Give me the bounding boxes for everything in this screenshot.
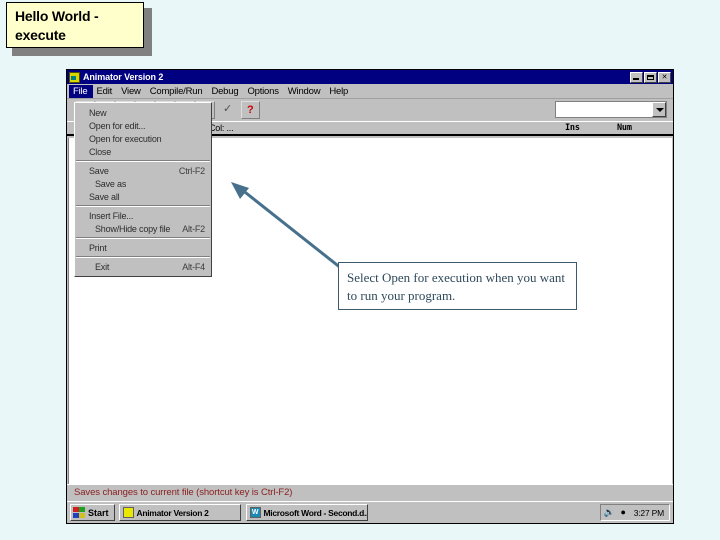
menu-bar: File Edit View Compile/Run Debug Options… [67, 84, 673, 99]
windows-logo-icon [73, 507, 85, 518]
network-icon[interactable]: ● [618, 507, 629, 518]
check-icon[interactable]: ✓ [221, 101, 240, 119]
num-lock-indicator: Num [617, 123, 632, 133]
taskbar-item-word[interactable]: W Microsoft Word - Second.d... [245, 504, 368, 521]
menu-option-label: New [89, 107, 107, 118]
taskbar-item-animator[interactable]: Animator Version 2 [118, 504, 241, 521]
menu-item-options[interactable]: Options [243, 85, 283, 98]
menu-separator [76, 205, 210, 207]
animator-icon [122, 507, 134, 518]
menu-option-exit[interactable]: Exit Alt-F4 [75, 260, 211, 273]
file-dropdown-menu: New Open for edit... Open for execution … [74, 102, 212, 277]
menu-item-file[interactable]: File [69, 84, 93, 98]
menu-separator [76, 160, 210, 162]
menu-option-shortcut: Ctrl-F2 [178, 165, 205, 176]
menu-option-shortcut [195, 211, 205, 221]
menu-option-shortcut [195, 134, 205, 144]
menu-option-label: Show/Hide copy file [95, 223, 171, 234]
callout-note: Select Open for execution when you want … [338, 262, 577, 310]
page-title-line-2: execute [15, 27, 66, 43]
taskbar-item-label: Microsoft Word - Second.d... [263, 507, 368, 518]
menu-option-label: Open for edit... [89, 120, 146, 131]
menu-option-shortcut: Alt-F2 [182, 223, 205, 234]
menu-option-new[interactable]: New [75, 106, 211, 119]
word-icon: W [249, 507, 261, 518]
minimize-button[interactable] [630, 71, 643, 83]
window-title-bar: Animator Version 2 ✕ [67, 70, 673, 84]
menu-item-edit[interactable]: Edit [93, 85, 118, 98]
volume-icon[interactable]: 🔊 [604, 507, 615, 518]
menu-option-label: Close [89, 146, 112, 157]
page-title: Hello World - execute [6, 2, 144, 48]
menu-option-show-hide-copy-file[interactable]: Show/Hide copy file Alt-F2 [75, 222, 211, 235]
menu-option-label: Save as [95, 178, 127, 189]
menu-item-compile-run[interactable]: Compile/Run [146, 85, 208, 98]
menu-option-shortcut [195, 121, 205, 131]
menu-item-debug[interactable]: Debug [207, 85, 243, 98]
clock[interactable]: 3:27 PM [632, 508, 664, 518]
close-button[interactable]: ✕ [658, 71, 671, 83]
menu-option-print[interactable]: Print [75, 241, 211, 254]
menu-option-shortcut [195, 147, 205, 157]
menu-option-save-as[interactable]: Save as [75, 177, 211, 190]
menu-option-open-for-execution[interactable]: Open for execution [75, 132, 211, 145]
start-button[interactable]: Start [70, 504, 115, 521]
restore-button[interactable] [644, 71, 657, 83]
menu-option-label: Insert File... [89, 210, 134, 221]
chevron-down-icon[interactable] [652, 102, 666, 117]
menu-option-close[interactable]: Close [75, 145, 211, 158]
animator-icon [69, 71, 80, 83]
menu-option-insert-file[interactable]: Insert File... [75, 209, 211, 222]
menu-option-shortcut [195, 179, 205, 189]
menu-option-shortcut [195, 243, 205, 253]
column-indicator: Col: ... [209, 123, 234, 133]
menu-option-save-all[interactable]: Save all [75, 190, 211, 203]
menu-option-shortcut [195, 192, 205, 202]
menu-item-help[interactable]: Help [325, 85, 353, 98]
toolbar-combo-value[interactable] [556, 102, 652, 117]
status-bar-hint: Saves changes to current file (shortcut … [67, 484, 673, 500]
menu-option-label: Open for execution [89, 133, 162, 144]
menu-option-shortcut [195, 108, 205, 118]
menu-separator [76, 256, 210, 258]
menu-option-open-for-edit[interactable]: Open for edit... [75, 119, 211, 132]
window-title: Animator Version 2 [83, 72, 164, 82]
menu-option-label: Save [89, 165, 109, 176]
menu-item-view[interactable]: View [117, 85, 146, 98]
menu-option-shortcut: Alt-F4 [182, 261, 205, 272]
menu-item-window[interactable]: Window [284, 85, 326, 98]
page-title-line-1: Hello World - [15, 8, 99, 24]
help-icon[interactable]: ? [241, 101, 260, 119]
taskbar-item-label: Animator Version 2 [136, 507, 209, 518]
toolbar-combo-box[interactable] [555, 101, 667, 118]
menu-option-label: Exit [95, 261, 110, 272]
menu-option-save[interactable]: Save Ctrl-F2 [75, 164, 211, 177]
insert-mode-indicator: Ins [565, 123, 580, 133]
system-tray: 🔊 ● 3:27 PM [599, 504, 670, 521]
menu-option-label: Print [89, 242, 107, 253]
animator-application-window: Animator Version 2 ✕ File Edit View Comp… [66, 69, 674, 524]
menu-option-label: Save all [89, 191, 120, 202]
menu-separator [76, 237, 210, 239]
taskbar: Start Animator Version 2 W Microsoft Wor… [67, 501, 673, 523]
start-button-label: Start [88, 507, 109, 518]
